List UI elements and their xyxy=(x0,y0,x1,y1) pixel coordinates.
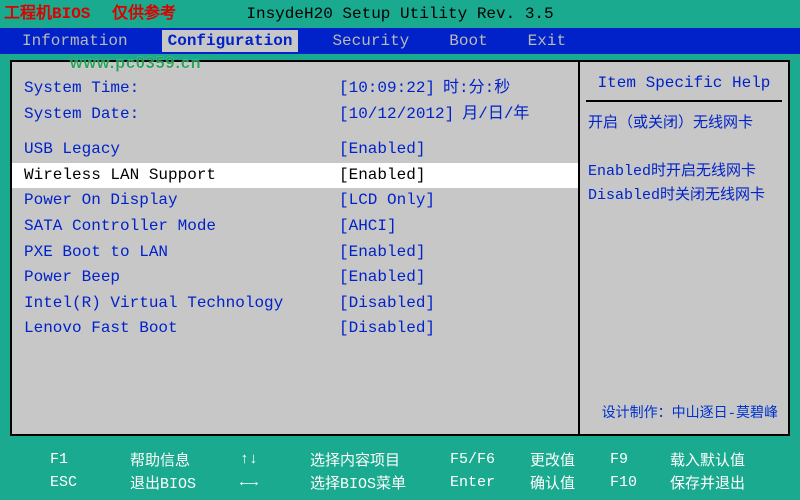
setting-aux: 时:分:秒 xyxy=(443,78,510,100)
setting-value[interactable]: [Disabled] xyxy=(339,318,435,340)
footer-hint: 退出BIOS xyxy=(130,472,240,493)
menu-bar: Information Configuration Security Boot … xyxy=(0,28,800,54)
setting-value[interactable]: [10/12/2012]月/日/年 xyxy=(339,104,529,126)
footer-hint: ←→ xyxy=(240,474,310,491)
footer-hint: F5/F6 xyxy=(450,451,530,468)
utility-title: InsydeH20 Setup Utility Rev. 3.5 xyxy=(246,5,553,23)
setting-row[interactable]: Intel(R) Virtual Technology[Disabled] xyxy=(12,291,578,317)
setting-value[interactable]: [Enabled] xyxy=(339,267,425,289)
footer-hint: 更改值 xyxy=(530,449,610,470)
footer-hint: ESC xyxy=(50,474,130,491)
setting-value[interactable]: [AHCI] xyxy=(339,216,397,238)
setting-label: Power Beep xyxy=(24,267,339,289)
watermark-text: www.pc0359.cn xyxy=(70,55,202,73)
setting-label: PXE Boot to LAN xyxy=(24,242,339,264)
setting-value[interactable]: [Enabled] xyxy=(339,139,425,161)
help-title: Item Specific Help xyxy=(586,70,782,102)
setting-row[interactable]: System Time:[10:09:22]时:分:秒 xyxy=(12,76,578,102)
setting-row[interactable]: Power On Display[LCD Only] xyxy=(12,188,578,214)
setting-label: SATA Controller Mode xyxy=(24,216,339,238)
setting-label: System Date: xyxy=(24,104,339,126)
setting-row[interactable]: Lenovo Fast Boot[Disabled] xyxy=(12,316,578,342)
footer-hint: 选择BIOS菜单 xyxy=(310,472,450,493)
tab-exit[interactable]: Exit xyxy=(522,30,572,52)
footer-hint: 载入默认值 xyxy=(670,449,800,470)
setting-row[interactable]: PXE Boot to LAN[Enabled] xyxy=(12,240,578,266)
setting-label: Power On Display xyxy=(24,190,339,212)
settings-panel: System Time:[10:09:22]时:分:秒System Date:[… xyxy=(12,62,580,434)
help-body: 开启（或关闭）无线网卡 Enabled时开启无线网卡Disabled时关闭无线网… xyxy=(586,112,782,398)
footer-bar: F1帮助信息↑↓选择内容项目F5/F6更改值F9载入默认值 ESC退出BIOS←→… xyxy=(0,442,800,500)
setting-value[interactable]: [Enabled] xyxy=(339,242,425,264)
tab-configuration[interactable]: Configuration xyxy=(162,30,299,52)
footer-hint: 确认值 xyxy=(530,472,610,493)
setting-label: Wireless LAN Support xyxy=(24,165,339,187)
footer-hint: F9 xyxy=(610,451,670,468)
setting-label: Intel(R) Virtual Technology xyxy=(24,293,339,315)
title-bar: 工程机BIOS 仅供参考 InsydeH20 Setup Utility Rev… xyxy=(0,0,800,28)
setting-row[interactable]: System Date:[10/12/2012]月/日/年 xyxy=(12,102,578,128)
setting-label: System Time: xyxy=(24,78,339,100)
setting-row[interactable]: SATA Controller Mode[AHCI] xyxy=(12,214,578,240)
main-panel: System Time:[10:09:22]时:分:秒System Date:[… xyxy=(10,60,790,436)
footer-hint: ↑↓ xyxy=(240,451,310,468)
footer-hint: 保存并退出 xyxy=(670,472,800,493)
setting-value[interactable]: [10:09:22]时:分:秒 xyxy=(339,78,510,100)
setting-label: USB Legacy xyxy=(24,139,339,161)
setting-value[interactable]: [Enabled] xyxy=(339,165,425,187)
footer-hint: F1 xyxy=(50,451,130,468)
setting-row[interactable]: USB Legacy[Enabled] xyxy=(12,137,578,163)
footer-hint: Enter xyxy=(450,474,530,491)
credit-text: 设计制作：中山逐日-莫碧峰 xyxy=(586,398,782,426)
footer-hint: 帮助信息 xyxy=(130,449,240,470)
setting-row[interactable]: Wireless LAN Support[Enabled] xyxy=(12,163,578,189)
tab-information[interactable]: Information xyxy=(16,30,134,52)
overlay-text-1: 工程机BIOS xyxy=(4,0,90,28)
overlay-text-2: 仅供参考 xyxy=(112,0,176,28)
help-panel: Item Specific Help 开启（或关闭）无线网卡 Enabled时开… xyxy=(580,62,788,434)
setting-value[interactable]: [LCD Only] xyxy=(339,190,435,212)
setting-row[interactable]: Power Beep[Enabled] xyxy=(12,265,578,291)
footer-hint: F10 xyxy=(610,474,670,491)
setting-label: Lenovo Fast Boot xyxy=(24,318,339,340)
setting-aux: 月/日/年 xyxy=(462,104,529,126)
tab-boot[interactable]: Boot xyxy=(443,30,493,52)
setting-value[interactable]: [Disabled] xyxy=(339,293,435,315)
footer-hint: 选择内容项目 xyxy=(310,449,450,470)
tab-security[interactable]: Security xyxy=(326,30,415,52)
